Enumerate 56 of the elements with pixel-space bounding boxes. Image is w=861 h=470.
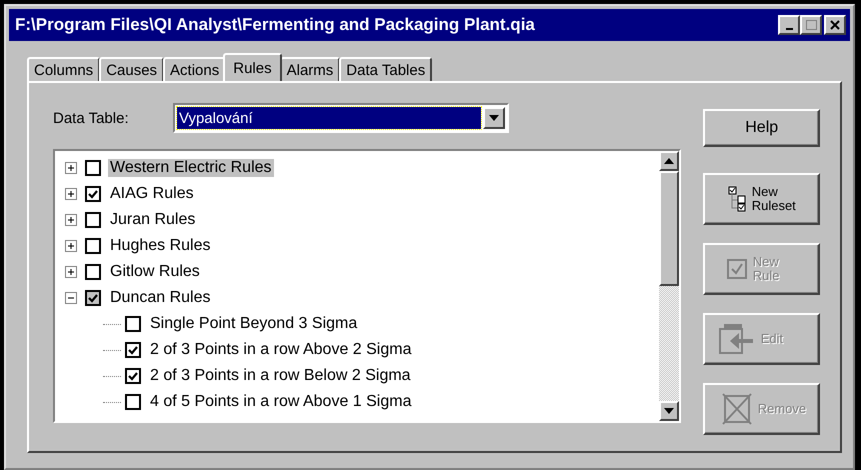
window-title: F:\Program Files\QI Analyst\Fermenting and Packaging Plant.qia — [15, 15, 536, 35]
checkbox-icon — [726, 259, 747, 279]
minimize-button[interactable] — [778, 15, 800, 35]
tab[interactable]: Alarms — [280, 57, 340, 81]
tab[interactable]: Columns — [27, 57, 100, 81]
tab[interactable]: Rules — [223, 53, 282, 81]
up-arrow-icon — [664, 158, 674, 164]
crossed-box-icon — [722, 393, 752, 425]
tree-item[interactable]: AIAG Rules — [108, 185, 196, 203]
tree-item[interactable]: Western Electric Rules — [108, 159, 274, 177]
down-arrow-icon — [664, 408, 674, 414]
button[interactable]: Help — [703, 109, 820, 147]
check-icon — [128, 346, 138, 354]
checkbox[interactable] — [85, 186, 101, 202]
maximize-icon — [806, 20, 816, 30]
scroll-up-button[interactable] — [659, 151, 680, 171]
minimize-icon — [786, 28, 792, 30]
tree-item[interactable]: 4 of 5 Points in a row Above 1 Sigma — [148, 393, 414, 411]
check-icon — [88, 294, 98, 302]
data-table-dropdown[interactable]: Vypalování — [173, 103, 509, 133]
checkbox[interactable] — [125, 316, 141, 332]
tree-item[interactable]: 2 of 3 Points in a row Below 2 Sigma — [148, 367, 413, 385]
scrollbar[interactable] — [659, 151, 680, 421]
tree-item[interactable]: Gitlow Rules — [108, 263, 202, 281]
checkbox[interactable] — [85, 160, 101, 176]
arrow-into-box-icon — [718, 323, 755, 355]
tab[interactable]: Data Tables — [339, 57, 432, 81]
check-icon — [88, 190, 98, 198]
tree-item[interactable]: Duncan Rules — [108, 289, 212, 307]
checkbox[interactable] — [85, 290, 101, 306]
data-table-label: Data Table: — [53, 110, 130, 126]
tree-item[interactable]: 2 of 3 Points in a row Above 2 Sigma — [148, 341, 414, 359]
tree-item[interactable]: Single Point Beyond 3 Sigma — [148, 315, 360, 333]
expand-icon[interactable] — [65, 266, 77, 278]
expand-icon[interactable] — [65, 240, 77, 252]
scroll-down-button[interactable] — [659, 401, 680, 421]
collapse-icon[interactable] — [65, 292, 77, 304]
close-icon — [830, 20, 840, 30]
tree-item[interactable]: Juran Rules — [108, 211, 198, 229]
button[interactable]: New Ruleset — [703, 173, 820, 225]
checkbox[interactable] — [85, 212, 101, 228]
checkbox[interactable] — [125, 342, 141, 358]
scrollbar-thumb[interactable] — [659, 171, 680, 286]
checkbox[interactable] — [125, 394, 141, 410]
check-icon — [128, 372, 138, 380]
ruleset-icon — [728, 186, 746, 212]
expand-icon[interactable] — [65, 188, 77, 200]
maximize-button[interactable] — [800, 15, 822, 35]
checkbox[interactable] — [125, 368, 141, 384]
tab[interactable]: Causes — [99, 57, 164, 81]
expand-icon[interactable] — [65, 162, 77, 174]
checkbox[interactable] — [85, 238, 101, 254]
tree-item[interactable]: Hughes Rules — [108, 237, 212, 255]
expand-icon[interactable] — [65, 214, 77, 226]
checkbox[interactable] — [85, 264, 101, 280]
close-button[interactable] — [824, 15, 846, 35]
